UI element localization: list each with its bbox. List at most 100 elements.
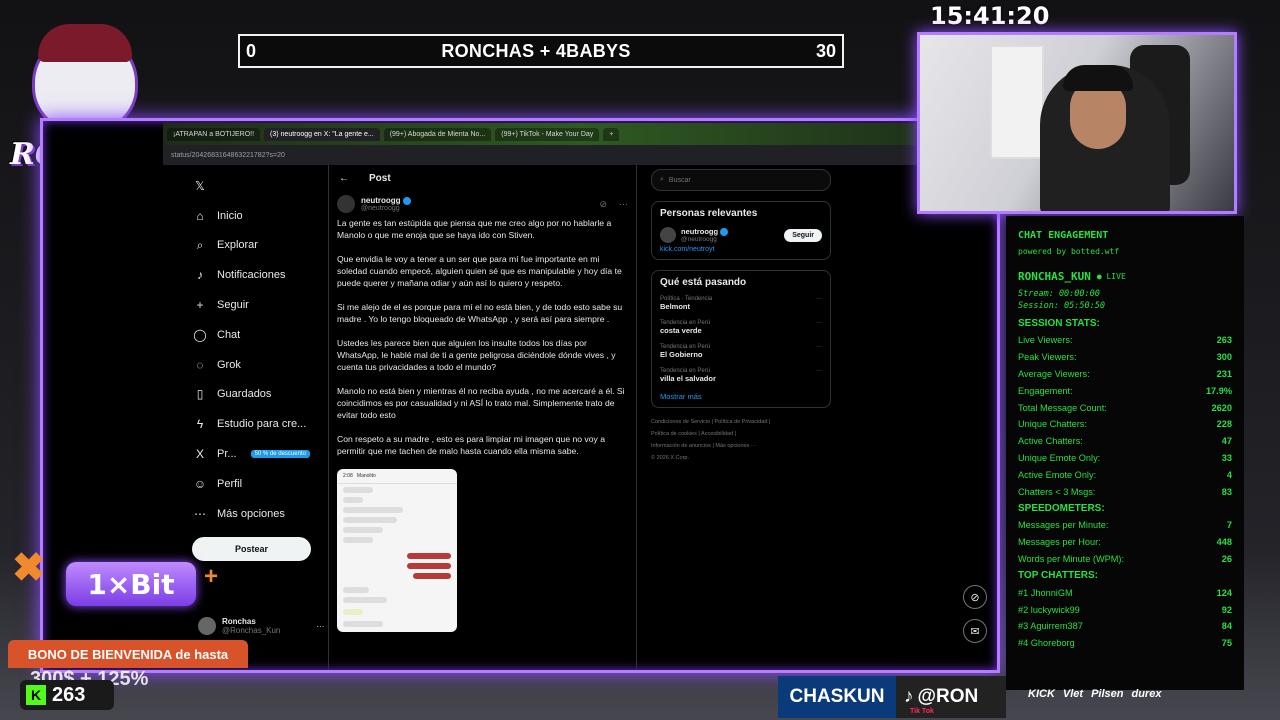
- chat-bubble: [413, 573, 451, 579]
- stat-row: Chatters < 3 Msgs: 83: [1018, 483, 1232, 500]
- post-button[interactable]: Postear: [192, 537, 311, 561]
- more-icon[interactable]: ···: [619, 199, 628, 209]
- stat-label: Peak Viewers:: [1018, 352, 1077, 363]
- chat-icon: ◯: [193, 327, 207, 342]
- avatar: [198, 617, 216, 635]
- browser-tab[interactable]: (99+) Abogada de Mienta No...: [383, 127, 492, 141]
- footer-line[interactable]: Información de anuncios | Más opciones ·…: [651, 440, 831, 452]
- stat-value: 17.9%: [1205, 385, 1232, 396]
- x-logo[interactable]: 𝕏: [193, 171, 323, 201]
- more-icon[interactable]: ···: [816, 320, 822, 326]
- browser-tab[interactable]: ¡ATRAPAN a BOTIJERO!!: [167, 127, 261, 141]
- trend-item[interactable]: Tendencia en Perú ··· costa verde: [660, 320, 822, 335]
- address-bar[interactable]: status/2042683164863221782?s=20 ▭ ☆ ◨: [163, 145, 997, 165]
- stream-time: Stream: 00:00:00: [1018, 289, 1100, 299]
- stat-label: Total Message Count:: [1018, 402, 1107, 413]
- author-name[interactable]: neutroogg: [361, 196, 401, 205]
- post-paragraph: Ustedes les parece bien que alguien los …: [337, 338, 616, 372]
- sidebar-item-perfil[interactable]: ☺ Perfil: [193, 469, 323, 499]
- stat-label: Unique Chatters:: [1018, 419, 1087, 430]
- 1xbit-logo: 1×Bit: [66, 562, 196, 606]
- tiktok-banner: ♪ @RON Tik Tok: [896, 676, 1006, 718]
- more-icon[interactable]: ···: [316, 622, 324, 631]
- new-tab-button[interactable]: +: [603, 127, 620, 141]
- sidebar-item-grok[interactable]: ◌ Grok: [193, 350, 323, 380]
- follow-button[interactable]: Seguir: [784, 228, 822, 242]
- profile-link[interactable]: kick.com/neutroyt: [660, 246, 822, 253]
- chat-bubble: [343, 587, 369, 593]
- x-mark-icon: ✖: [12, 546, 46, 590]
- url-text[interactable]: status/2042683164863221782?s=20: [171, 152, 285, 159]
- browser-tab[interactable]: (99+) TikTok - Make Your Day: [495, 127, 600, 141]
- discount-badge: 50 % de descuento: [250, 450, 310, 459]
- footer-line[interactable]: Condiciones de Servicio | Política de Pr…: [651, 416, 831, 428]
- browser-tab-active[interactable]: (3) neutroogg en X: "La gente e...: [264, 127, 380, 141]
- stat-value: 4: [1226, 469, 1232, 480]
- stat-row: Unique Emote Only: 33: [1018, 450, 1232, 467]
- stat-label: Unique Emote Only:: [1018, 452, 1101, 463]
- sidebar-item-inicio[interactable]: ⌂ Inicio: [193, 201, 323, 231]
- score-title: RONCHAS + 4BABYS: [441, 40, 631, 61]
- chat-bubble: [343, 609, 363, 615]
- stat-row: #1 JhonniGM 124: [1018, 584, 1232, 601]
- verified-icon: [720, 228, 729, 237]
- stat-row: Messages per Minute: 7: [1018, 517, 1232, 534]
- right-sidebar: ⌕ Buscar Personas relevantes neutroogg @…: [651, 169, 831, 464]
- sidebar-item-mas[interactable]: ⋯ Más opciones: [193, 499, 323, 529]
- sidebar-item-premium[interactable]: X Pr... 50 % de descuento: [193, 439, 323, 469]
- trend-item[interactable]: Política · Tendencia ··· Belmont: [660, 296, 822, 311]
- message-fab-icon[interactable]: ✉: [963, 619, 987, 643]
- sidebar-item-explorar[interactable]: ⌕ Explorar: [193, 231, 323, 261]
- post-author[interactable]: neutroogg @neutroogg ⊘ ···: [329, 191, 636, 217]
- footer-links: Condiciones de Servicio | Política de Pr…: [651, 416, 831, 464]
- stat-value: 47: [1221, 436, 1232, 447]
- chat-bubble: [343, 507, 403, 513]
- sidebar-item-label: Guardados: [217, 388, 272, 401]
- sponsor-logo: Pilsen: [1091, 688, 1124, 700]
- back-arrow-icon[interactable]: ←: [339, 173, 349, 184]
- more-icon[interactable]: ···: [816, 296, 822, 302]
- stat-row: Unique Chatters: 228: [1018, 416, 1232, 433]
- more-icon[interactable]: ···: [816, 368, 822, 374]
- avatar[interactable]: [337, 195, 355, 213]
- post-text: La gente es tan estúpida que piensa que …: [329, 217, 636, 457]
- speedometers-title: SPEEDOMETERS:: [1018, 502, 1105, 514]
- sponsor-logo: Vlet: [1062, 688, 1084, 700]
- show-more-link[interactable]: Mostrar más: [660, 392, 822, 401]
- account-name: Ronchas: [222, 617, 256, 626]
- footer-line[interactable]: Política de cookies | Accesibilidad |: [651, 428, 831, 440]
- relevant-name[interactable]: neutroogg: [681, 227, 718, 236]
- sidebar-item-seguir[interactable]: + Seguir: [193, 290, 323, 320]
- stat-value: 33: [1221, 452, 1232, 463]
- tiktok-icon: ♪: [904, 686, 914, 707]
- account-switcher[interactable]: Ronchas @Ronchas_Kun ···: [198, 617, 324, 635]
- sidebar-item-label: Grok: [217, 358, 241, 371]
- kick-icon: K: [26, 685, 46, 705]
- sidebar-nav: 𝕏 ⌂ Inicio ⌕ Explorar ♪ Notificaciones + Seg…: [193, 171, 323, 529]
- trend-item[interactable]: Tendencia en Perú ··· villa el salvador: [660, 368, 822, 383]
- trend-item[interactable]: Tendencia en Perú ··· El Gobierno: [660, 344, 822, 359]
- sidebar-item-notificaciones[interactable]: ♪ Notificaciones: [193, 260, 323, 290]
- more-icon: ⋯: [194, 506, 206, 521]
- sidebar-item-estudio[interactable]: ϟ Estudio para cre...: [193, 409, 323, 439]
- channel-name: RONCHAS_KUN: [1018, 270, 1091, 283]
- grok-fab-icon[interactable]: ⊘: [963, 585, 987, 609]
- viewer-count: 263: [52, 683, 86, 706]
- stat-value: 75: [1221, 638, 1232, 649]
- kick-viewer-count: K 263: [20, 680, 114, 710]
- sidebar-item-chat[interactable]: ◯ Chat: [193, 320, 323, 350]
- search-input[interactable]: ⌕ Buscar: [651, 169, 831, 191]
- author-handle[interactable]: @neutroogg: [361, 205, 411, 212]
- account-handle: @Ronchas_Kun: [222, 626, 281, 635]
- stat-value: 231: [1216, 368, 1232, 379]
- score-right: 30: [815, 40, 836, 61]
- stat-label: Messages per Hour:: [1018, 537, 1101, 548]
- sidebar-item-guardados[interactable]: ▯ Guardados: [193, 380, 323, 410]
- chat-bubble: [343, 537, 373, 543]
- avatar[interactable]: [660, 227, 676, 243]
- grok-icon[interactable]: ⊘: [599, 199, 607, 210]
- more-icon[interactable]: ···: [816, 344, 822, 350]
- sidebar-item-label: Estudio para cre...: [217, 418, 307, 431]
- powered-by: powered by botted.wtf: [1018, 247, 1120, 256]
- post-image[interactable]: 2:08 Manolito: [337, 469, 457, 632]
